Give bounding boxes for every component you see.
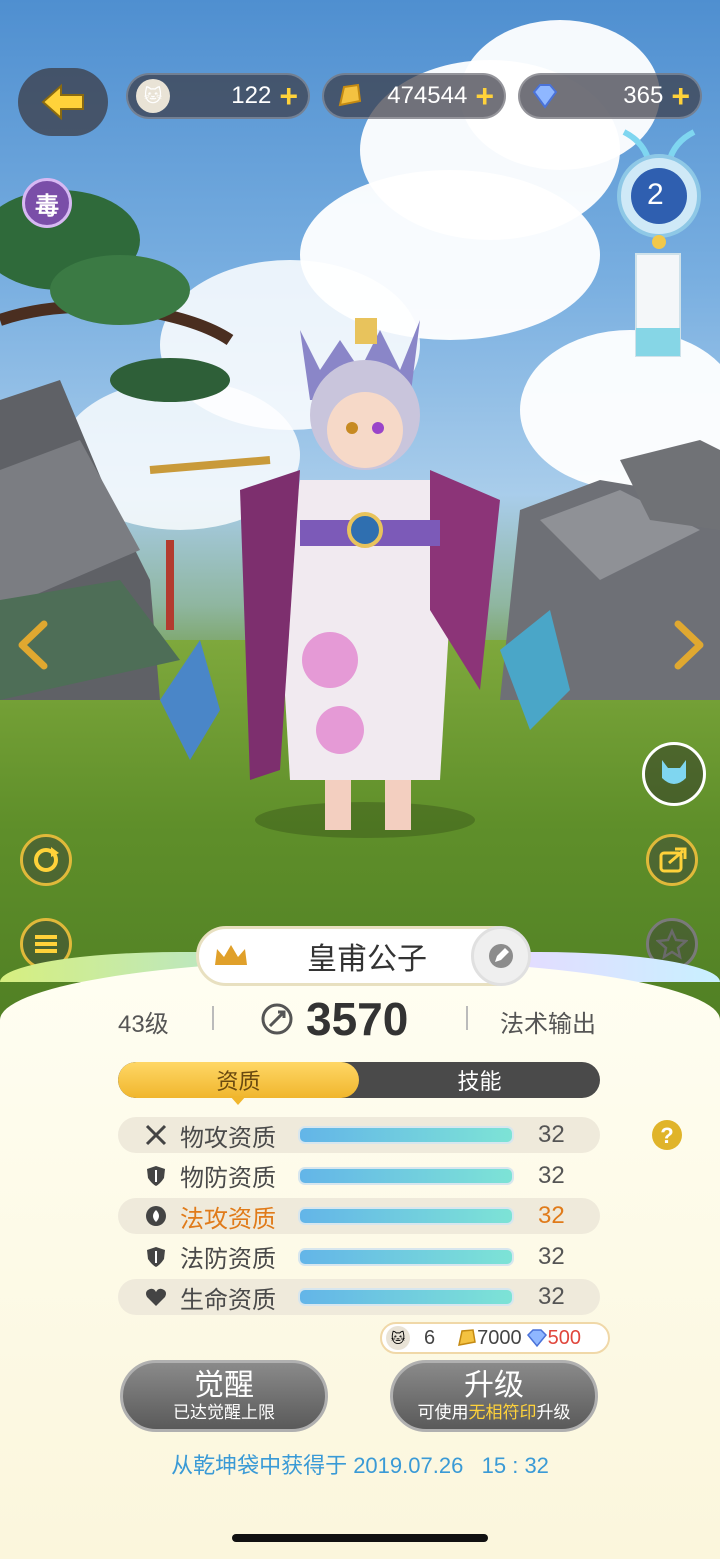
next-character-arrow-icon[interactable] <box>672 620 706 670</box>
attribute-label: 物攻资质 <box>180 1124 276 1152</box>
previous-character-arrow-icon[interactable] <box>16 620 50 670</box>
cost-diamonds: 500 <box>547 1326 581 1349</box>
rename-button[interactable] <box>471 926 531 986</box>
cost-tokens: 6 <box>424 1326 436 1349</box>
crown-icon <box>215 945 247 965</box>
attribute-row: 物攻资质 32 <box>118 1117 600 1153</box>
divider <box>466 1006 468 1030</box>
pet-token-value: 122 <box>231 82 272 109</box>
pencil-icon <box>489 944 513 968</box>
add-gold-button[interactable]: + <box>475 80 494 112</box>
poison-type-badge[interactable]: 毒 <box>22 178 72 228</box>
attribute-value: 32 <box>538 1121 565 1148</box>
info-tabs: 资质 技能 <box>118 1062 600 1098</box>
attribute-bar <box>298 1207 514 1225</box>
gold-ingot-icon <box>332 79 366 113</box>
wind-chime[interactable]: 2 <box>614 122 704 362</box>
cat-face-icon: 🐱 <box>136 79 170 113</box>
upgrade-subtitle-prefix: 可使用 <box>417 1403 469 1422</box>
wind-chime-icon <box>617 129 701 357</box>
acquisition-info: 从乾坤袋中获得于 2019.07.26 15 : 32 <box>171 1453 549 1478</box>
star-icon <box>656 928 688 960</box>
tab-aptitude[interactable]: 资质 <box>118 1062 359 1098</box>
power-icon <box>261 1003 293 1035</box>
upgrade-subtitle: 可使用无相符印升级 <box>418 1403 571 1423</box>
attribute-bar <box>298 1288 514 1306</box>
character-stats-row: 43级 3570 法术输出 <box>0 993 720 1045</box>
awaken-button[interactable]: 觉醒 已达觉醒上限 <box>120 1360 328 1432</box>
attribute-row: 生命资质 32 <box>118 1279 600 1315</box>
attribute-value: 32 <box>538 1161 565 1189</box>
svg-text:?: ? <box>660 1123 673 1148</box>
attribute-label: 法攻资质 <box>180 1205 276 1233</box>
character-level: 43级 <box>118 1011 169 1038</box>
heart-icon <box>144 1285 168 1309</box>
share-icon <box>659 847 687 873</box>
combat-power: 3570 <box>306 993 409 1045</box>
arrow-left-icon <box>41 83 84 121</box>
diamond-counter: 365 + <box>518 73 702 119</box>
cat-face-icon: 🐱 <box>386 1326 410 1350</box>
upgrade-subtitle-item: 无相符印 <box>468 1403 537 1422</box>
attribute-label: 生命资质 <box>180 1286 276 1314</box>
attribute-label: 法防资质 <box>180 1246 276 1273</box>
attribute-bar <box>298 1247 514 1266</box>
active-tab-pointer-icon <box>230 1096 246 1105</box>
cost-gold: 7000 <box>477 1326 522 1349</box>
shield-icon <box>144 1245 168 1269</box>
gold-ingot-icon <box>458 1329 476 1346</box>
shield-icon <box>144 1164 168 1188</box>
attribute-bar <box>298 1166 514 1185</box>
wind-chime-level: 2 <box>647 178 664 211</box>
attribute-bar <box>298 1126 514 1144</box>
attribute-row: 物防资质 32 <box>118 1158 600 1194</box>
pet-token-counter: 🐱 122 + <box>126 73 310 119</box>
upgrade-subtitle-suffix: 升级 <box>536 1403 571 1422</box>
upgrade-title: 升级 <box>464 1369 524 1402</box>
spirit-cat-icon <box>662 760 686 784</box>
add-pet-token-button[interactable]: + <box>279 80 298 112</box>
attribute-value: 32 <box>538 1283 565 1310</box>
crossed-swords-icon <box>144 1123 168 1147</box>
help-icon[interactable]: ? <box>650 1118 684 1152</box>
share-button[interactable] <box>646 834 698 886</box>
character-role: 法术输出 <box>500 1011 596 1038</box>
magic-swirl-icon <box>144 1204 168 1228</box>
back-button[interactable] <box>18 68 108 136</box>
attribute-value: 32 <box>538 1242 565 1270</box>
gold-value: 474544 <box>387 82 468 109</box>
refresh-button[interactable] <box>20 834 72 886</box>
poison-badge-label: 毒 <box>35 192 59 220</box>
attribute-value: 32 <box>538 1202 565 1229</box>
divider <box>212 1006 214 1030</box>
attribute-row: 法防资质 32 <box>118 1239 600 1275</box>
attribute-label: 物防资质 <box>180 1165 276 1192</box>
attribute-row: 法攻资质 32 <box>118 1198 600 1234</box>
upgrade-cost: 🐱 6 7000 500 <box>380 1322 610 1354</box>
awaken-title: 觉醒 <box>194 1369 254 1402</box>
diamond-icon <box>526 1329 547 1348</box>
home-indicator[interactable] <box>232 1534 488 1542</box>
pet-spirit-button[interactable] <box>642 742 706 806</box>
tab-skills[interactable]: 技能 <box>359 1062 600 1098</box>
list-icon <box>35 935 57 953</box>
refresh-icon <box>34 847 59 872</box>
add-diamond-button[interactable]: + <box>671 80 690 112</box>
character-figure <box>149 318 570 838</box>
gold-counter: 474544 + <box>322 73 506 119</box>
diamond-icon <box>528 79 562 113</box>
character-name-box: 皇甫公子 <box>196 926 531 986</box>
upgrade-button[interactable]: 升级 可使用无相符印升级 <box>390 1360 598 1432</box>
diamond-value: 365 <box>623 82 664 109</box>
awaken-subtitle: 已达觉醒上限 <box>173 1403 275 1422</box>
